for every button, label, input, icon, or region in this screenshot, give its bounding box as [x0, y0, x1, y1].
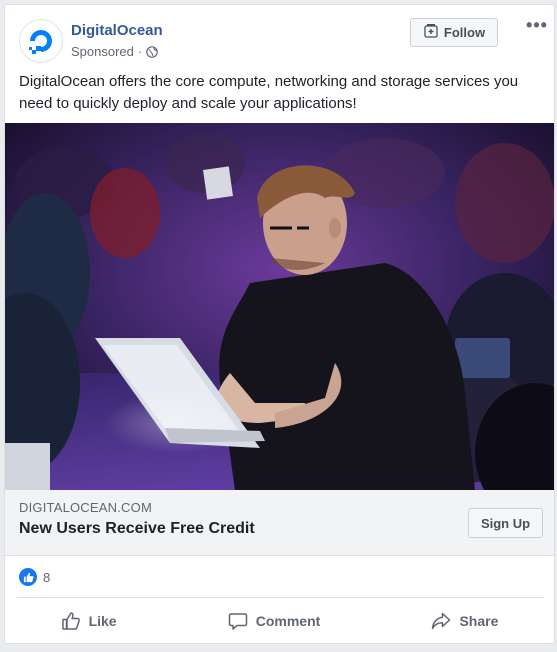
post-image[interactable]	[5, 123, 554, 490]
sign-up-button[interactable]: Sign Up	[468, 508, 543, 538]
comment-icon	[228, 611, 248, 631]
comment-label: Comment	[255, 613, 321, 629]
comment-button[interactable]: Comment	[218, 605, 331, 637]
ad-post-card: DigitalOcean Sponsored · Follow ••• Digi…	[4, 4, 555, 644]
page-name-link[interactable]: DigitalOcean	[71, 22, 163, 39]
like-label: Like	[88, 613, 117, 629]
link-domain: DIGITALOCEAN.COM	[19, 500, 152, 515]
post-text: DigitalOcean offers the core compute, ne…	[19, 73, 519, 112]
post-meta: Sponsored ·	[71, 44, 159, 59]
more-options-icon[interactable]: •••	[524, 16, 550, 34]
sponsored-label[interactable]: Sponsored	[71, 44, 134, 59]
share-icon	[431, 611, 451, 631]
follow-label: Follow	[443, 25, 486, 40]
post-actions: Like Comment Share	[5, 598, 554, 643]
follow-icon	[423, 23, 439, 42]
post-image-artwork	[5, 123, 554, 490]
reaction-count: 8	[43, 569, 51, 585]
post-header: DigitalOcean Sponsored · Follow •••	[5, 5, 554, 69]
meta-separator: ·	[137, 44, 143, 59]
page-avatar[interactable]	[19, 19, 63, 63]
link-title[interactable]: New Users Receive Free Credit	[19, 520, 255, 538]
reaction-summary[interactable]: 8	[19, 566, 50, 588]
like-icon	[19, 568, 37, 586]
like-button[interactable]: Like	[51, 605, 127, 637]
globe-icon[interactable]	[146, 45, 159, 58]
thumbs-up-icon	[61, 611, 81, 631]
share-button[interactable]: Share	[421, 605, 508, 637]
digitalocean-logo-icon	[29, 30, 52, 54]
follow-button[interactable]: Follow	[410, 18, 498, 47]
share-label: Share	[459, 613, 499, 629]
link-preview[interactable]: DIGITALOCEAN.COM New Users Receive Free …	[5, 490, 554, 556]
